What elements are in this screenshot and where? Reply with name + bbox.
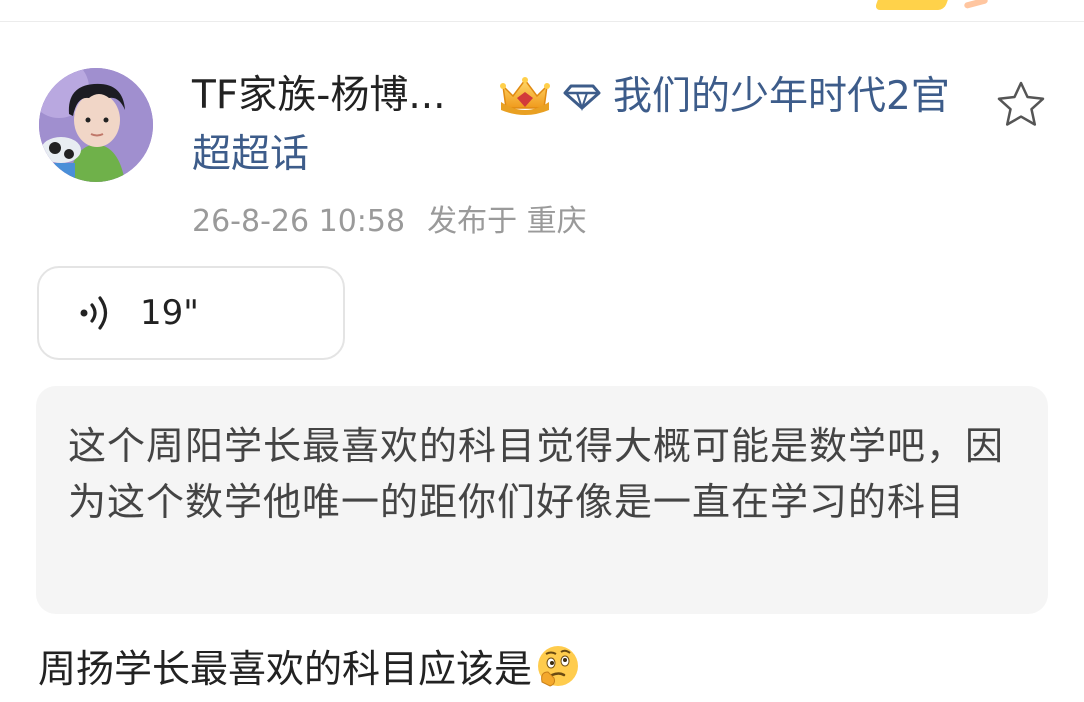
avatar[interactable] xyxy=(39,68,153,182)
location: 发布于 重庆 xyxy=(427,204,587,239)
star-outline-icon[interactable] xyxy=(995,79,1047,129)
voice-duration: 19" xyxy=(140,293,199,333)
timestamp: 26-8-26 10:58 xyxy=(192,204,406,239)
top-decoration xyxy=(846,0,996,16)
supertopic-link[interactable]: 我们的少年时代2官超超话 xyxy=(192,68,952,184)
sound-wave-icon xyxy=(80,296,108,330)
post-text: 周扬学长最喜欢的科目应该是 xyxy=(38,641,582,697)
post-text-content: 周扬学长最喜欢的科目应该是 xyxy=(38,647,533,691)
thinking-face-emoji xyxy=(538,646,579,687)
voice-message-bubble[interactable]: 19" xyxy=(37,266,345,360)
post-meta: 26-8-26 10:58 发布于 重庆 xyxy=(192,201,587,243)
transcript-text: 这个周阳学长最喜欢的科目觉得大概可能是数学吧，因为这个数学他唯一的距你们好像是一… xyxy=(68,424,1005,524)
top-divider xyxy=(0,21,1084,22)
transcript-box: 这个周阳学长最喜欢的科目觉得大概可能是数学吧，因为这个数学他唯一的距你们好像是一… xyxy=(36,386,1048,614)
